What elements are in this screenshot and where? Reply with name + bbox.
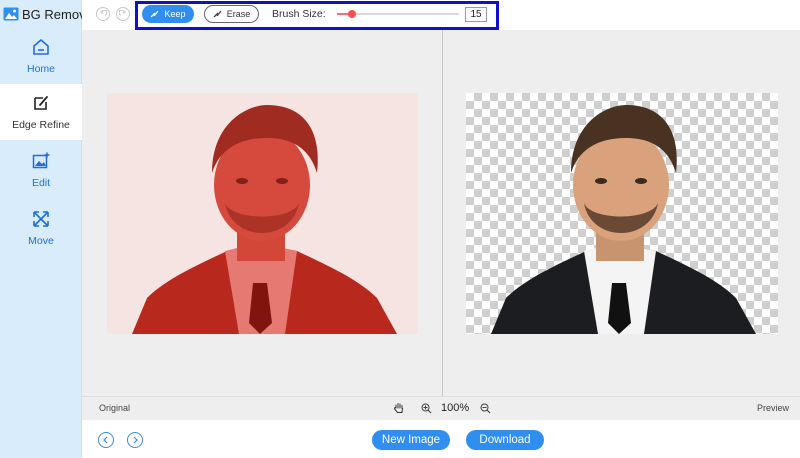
forward-button[interactable] — [127, 432, 143, 448]
keep-button-label: Keep — [164, 9, 186, 19]
original-label: Original — [99, 403, 131, 413]
edge-refine-icon — [34, 96, 48, 110]
download-button[interactable]: Download — [466, 430, 544, 450]
zoom-in-icon[interactable] — [421, 403, 432, 414]
sidebar-item-label: Home — [26, 63, 55, 75]
chevron-left-icon — [103, 436, 108, 444]
preview-person-photo — [491, 105, 756, 334]
sidebar-item-move[interactable]: Move — [0, 200, 82, 256]
app-logo-icon — [3, 7, 19, 21]
sidebar-item-label: Edit — [31, 177, 51, 189]
original-person-photo — [107, 93, 418, 334]
sidebar-item-label: Move — [28, 235, 54, 247]
sidebar-item-edge-refine[interactable]: Edge Refine — [0, 84, 82, 140]
new-image-button[interactable]: New Image — [372, 430, 450, 450]
keep-brush-icon — [151, 10, 159, 18]
preview-label: Preview — [757, 403, 790, 413]
zoom-out-icon[interactable] — [480, 403, 491, 414]
zoom-level: 100% — [441, 402, 470, 414]
erase-button[interactable]: Erase — [204, 5, 259, 23]
hand-pan-icon[interactable] — [393, 402, 405, 414]
sidebar-item-label: Edge Refine — [12, 119, 70, 131]
move-arrows-icon — [33, 211, 49, 227]
original-image[interactable] — [107, 93, 418, 334]
sidebar-item-edit[interactable]: Edit — [0, 142, 82, 198]
panel-divider — [442, 30, 443, 396]
back-button[interactable] — [98, 432, 114, 448]
brush-size-label: Brush Size: — [272, 8, 326, 20]
redo-button[interactable] — [116, 7, 130, 21]
brush-size-slider-thumb[interactable] — [348, 10, 356, 18]
bg-remover-app: BG Remover Home Edge Refine Edit Move Ke… — [0, 0, 800, 458]
brand: BG Remover — [0, 0, 97, 28]
brush-size-input[interactable]: 15 — [465, 7, 487, 22]
edit-image-icon — [32, 152, 50, 169]
erase-brush-icon — [213, 10, 222, 18]
keep-button[interactable]: Keep — [142, 5, 194, 23]
undo-icon — [100, 10, 107, 16]
erase-button-label: Erase — [226, 9, 251, 19]
sidebar: BG Remover Home Edge Refine Edit Move — [0, 0, 97, 458]
home-icon — [33, 39, 49, 55]
undo-button[interactable] — [96, 7, 110, 21]
chevron-right-icon — [133, 436, 138, 444]
preview-image[interactable] — [466, 93, 778, 334]
sidebar-item-home[interactable]: Home — [0, 28, 82, 84]
redo-icon — [119, 10, 126, 16]
